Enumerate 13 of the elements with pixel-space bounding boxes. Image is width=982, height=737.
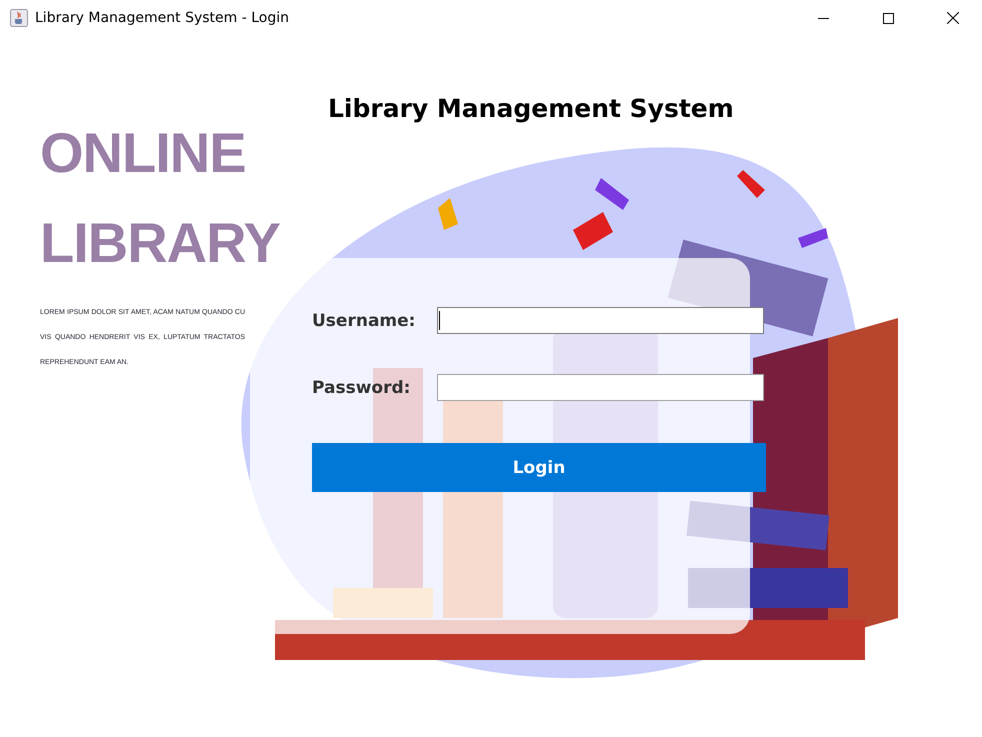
field-label: Password: <box>312 378 412 398</box>
field-label: Username: <box>312 310 416 330</box>
input-field[interactable] <box>437 374 764 401</box>
java-cup-icon <box>10 9 28 27</box>
close-icon <box>947 12 959 24</box>
maximize-icon <box>882 12 894 24</box>
window-title: Library Management System - Login <box>35 10 290 26</box>
brand-title: LIBRARY <box>40 210 281 276</box>
brand-title: ONLINE <box>40 120 247 186</box>
input-field[interactable] <box>437 307 764 334</box>
page-heading: Library Management System <box>328 94 735 123</box>
login-button[interactable]: Login <box>312 443 766 492</box>
text-caret <box>439 311 440 330</box>
